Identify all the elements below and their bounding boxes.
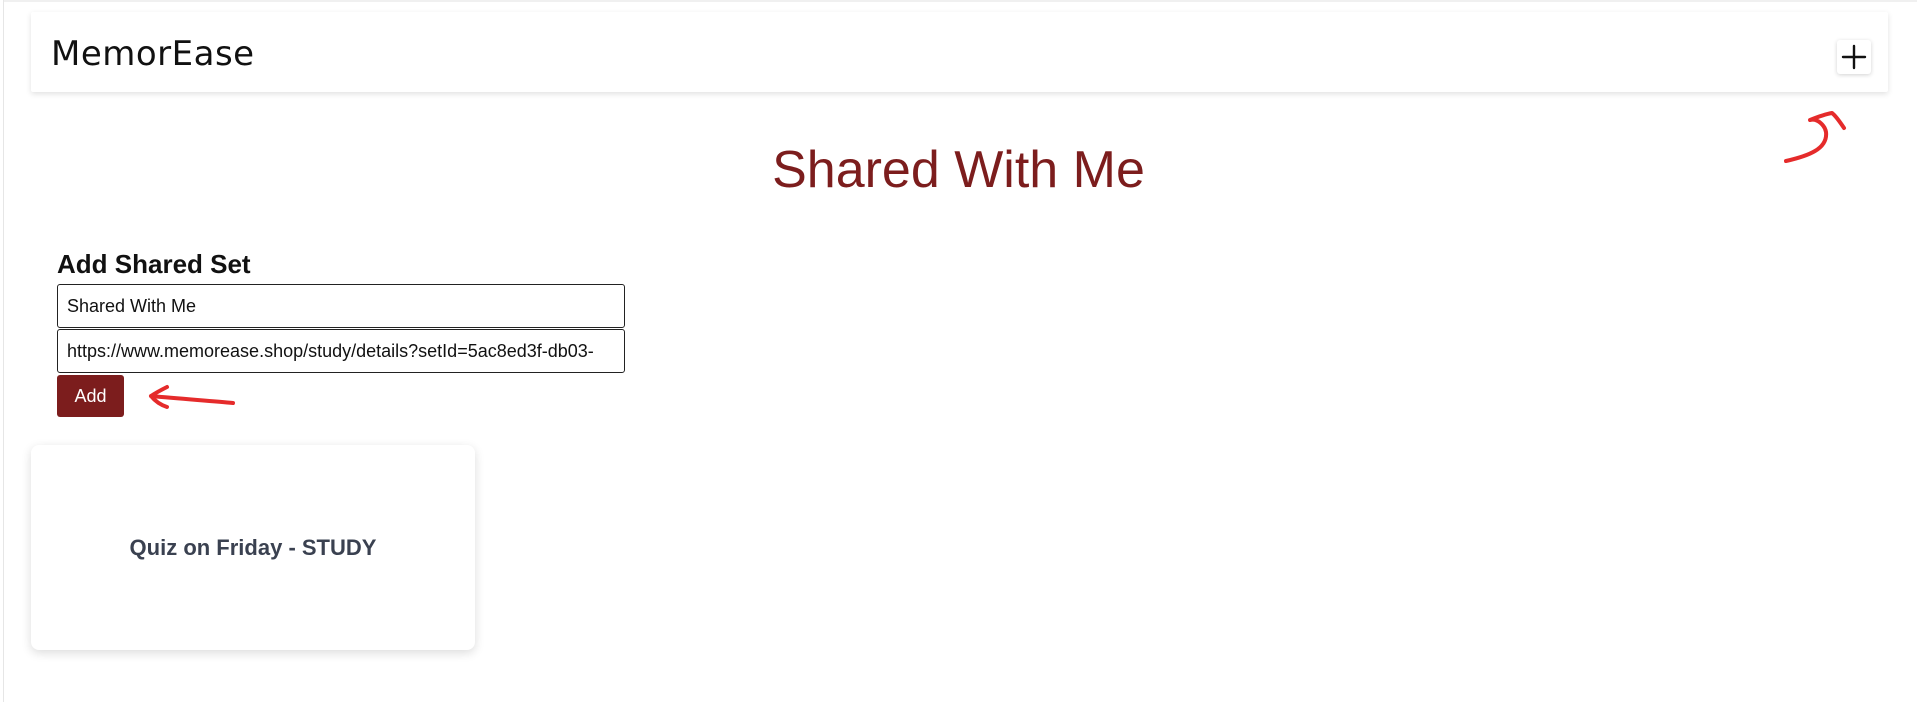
page-left-border — [3, 0, 4, 702]
plus-icon — [1841, 44, 1867, 70]
set-link-input[interactable] — [57, 329, 625, 373]
navbar: MemorEase — [31, 12, 1888, 92]
page-top-border — [4, 0, 1917, 2]
add-set-button[interactable] — [1837, 40, 1871, 74]
page-title: Shared With Me — [772, 141, 1145, 199]
shared-set-title: Quiz on Friday - STUDY — [129, 534, 377, 560]
shared-set-card[interactable]: Quiz on Friday - STUDY — [31, 445, 475, 650]
brand-logo[interactable]: MemorEase — [51, 34, 255, 74]
arrow-to-add-annotation — [149, 385, 235, 409]
set-name-input[interactable] — [57, 284, 625, 328]
page: MemorEase Shared With Me Add Shared Set … — [0, 0, 1917, 702]
add-button[interactable]: Add — [57, 375, 124, 417]
add-shared-set-heading: Add Shared Set — [57, 249, 251, 279]
